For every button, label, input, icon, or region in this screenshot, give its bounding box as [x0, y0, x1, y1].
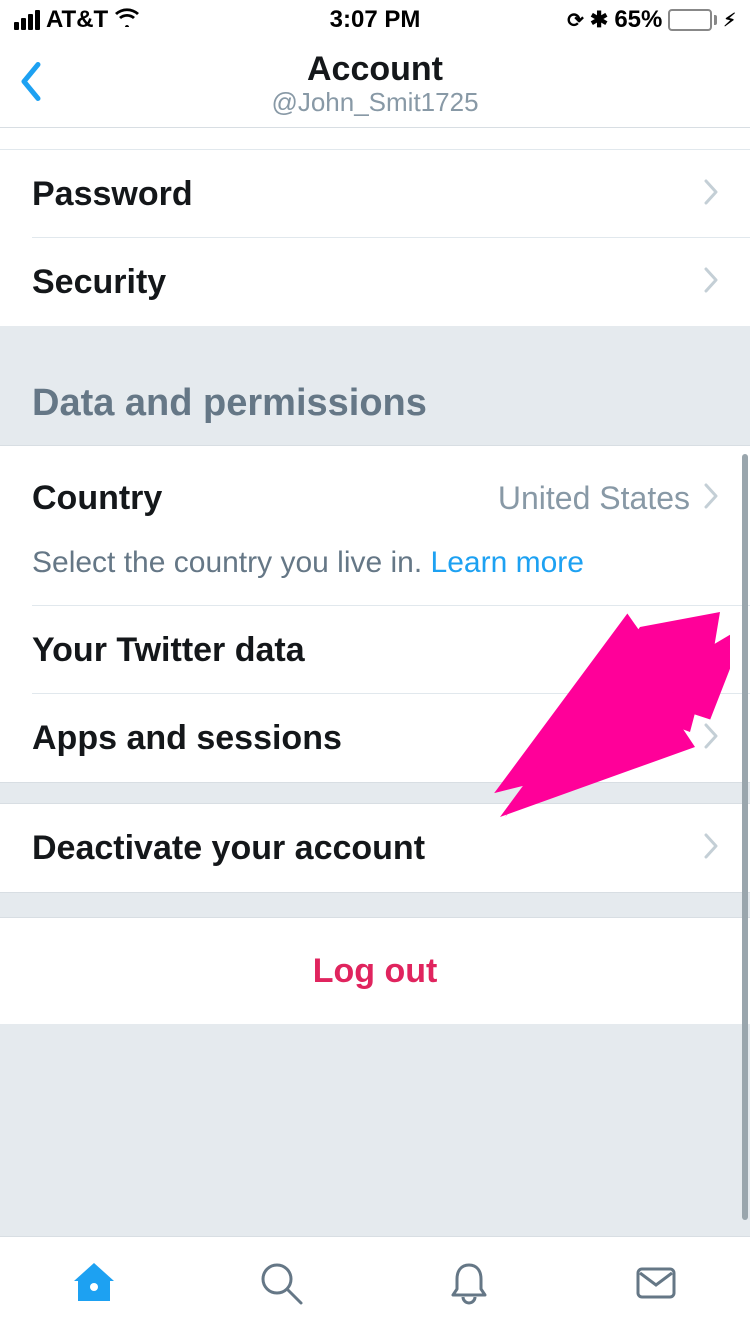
row-label: Deactivate your account — [32, 829, 425, 868]
status-left: AT&T — [14, 6, 140, 34]
tab-notifications[interactable] — [443, 1257, 495, 1314]
mail-icon — [630, 1257, 682, 1309]
section-header-data-permissions: Data and permissions — [0, 326, 750, 446]
group-data-permissions: Country United States Select the country… — [0, 446, 750, 782]
group-deactivate: Deactivate your account — [0, 804, 750, 892]
status-right: ⟳ ✱ 65% ⚡︎ — [567, 6, 736, 34]
row-password[interactable]: Password — [0, 150, 750, 238]
wifi-icon — [114, 6, 140, 34]
country-helper-text: Select the country you live in. Learn mo… — [0, 528, 750, 606]
nav-title-wrap: Account @John_Smit1725 — [271, 50, 478, 118]
tab-search[interactable] — [255, 1257, 307, 1314]
carrier-label: AT&T — [46, 6, 108, 34]
group-top-sliver — [0, 128, 750, 150]
battery-icon — [668, 9, 717, 31]
back-button[interactable] — [18, 60, 42, 107]
row-label: Apps and sessions — [32, 719, 342, 758]
page-subtitle: @John_Smit1725 — [271, 87, 478, 118]
row-country[interactable]: Country United States — [0, 446, 750, 528]
tab-messages[interactable] — [630, 1257, 682, 1314]
chevron-right-icon — [704, 833, 718, 864]
row-security[interactable]: Security — [0, 238, 750, 326]
row-your-twitter-data[interactable]: Your Twitter data — [0, 606, 750, 694]
chevron-right-icon — [704, 635, 718, 666]
content-scroll[interactable]: Password Security Data and permissions C… — [0, 128, 750, 1236]
status-bar: AT&T 3:07 PM ⟳ ✱ 65% ⚡︎ — [0, 0, 750, 40]
chevron-right-icon — [704, 723, 718, 754]
row-deactivate-account[interactable]: Deactivate your account — [0, 804, 750, 892]
charging-icon: ⚡︎ — [723, 10, 736, 31]
row-label: Your Twitter data — [32, 631, 305, 670]
spacer — [0, 782, 750, 804]
page-title: Account — [271, 50, 478, 89]
row-value: United States — [498, 480, 690, 517]
scroll-indicator — [742, 454, 748, 1220]
search-icon — [255, 1257, 307, 1309]
bluetooth-icon: ✱ — [590, 7, 608, 33]
status-time: 3:07 PM — [330, 6, 421, 34]
group-login: Password Security — [0, 150, 750, 326]
row-apps-and-sessions[interactable]: Apps and sessions — [0, 694, 750, 782]
learn-more-link[interactable]: Learn more — [431, 546, 584, 579]
helper-text: Select the country you live in. — [32, 546, 431, 579]
row-logout[interactable]: Log out — [0, 918, 750, 1024]
cellular-signal-icon — [14, 10, 40, 30]
spacer — [0, 892, 750, 918]
row-label: Security — [32, 263, 166, 302]
home-icon — [68, 1257, 120, 1309]
chevron-right-icon — [704, 483, 718, 514]
row-label: Country — [32, 479, 162, 518]
tab-bar — [0, 1236, 750, 1334]
battery-percent: 65% — [614, 6, 662, 34]
chevron-right-icon — [704, 179, 718, 210]
nav-header: Account @John_Smit1725 — [0, 40, 750, 128]
empty-area — [0, 1024, 750, 1236]
bell-icon — [443, 1257, 495, 1309]
logout-label: Log out — [313, 952, 438, 991]
orientation-lock-icon: ⟳ — [567, 8, 584, 33]
row-label: Password — [32, 175, 193, 214]
tab-home[interactable] — [68, 1257, 120, 1314]
chevron-right-icon — [704, 267, 718, 298]
chevron-left-icon — [18, 60, 42, 102]
